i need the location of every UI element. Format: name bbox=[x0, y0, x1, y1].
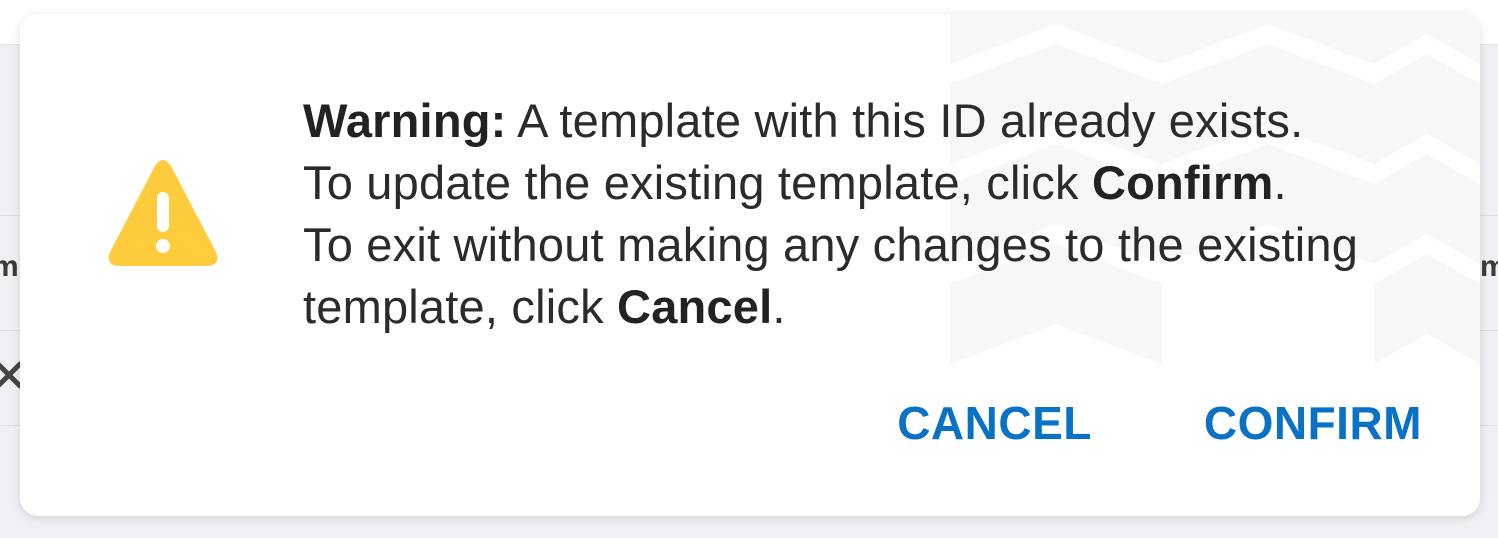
message-line-2: To update the existing template, click bbox=[303, 156, 1079, 209]
background-edge-text-left: m bbox=[0, 250, 19, 283]
dialog-message: Warning: A template with this ID already… bbox=[303, 90, 1423, 338]
warning-dialog: Warning: A template with this ID already… bbox=[20, 14, 1480, 516]
message-line-3-suffix: . bbox=[772, 280, 786, 333]
message-line-1: A template with this ID already exists. bbox=[517, 94, 1304, 147]
confirm-emphasis: Confirm bbox=[1091, 156, 1274, 209]
background-edge-text-right: m bbox=[1480, 250, 1498, 283]
dialog-actions: CANCEL CONFIRM bbox=[897, 396, 1422, 450]
cancel-button[interactable]: CANCEL bbox=[897, 396, 1092, 450]
message-line-3: To exit without making any changes to th… bbox=[303, 218, 1359, 333]
warning-label: Warning: bbox=[303, 94, 507, 147]
cancel-emphasis: Cancel bbox=[617, 280, 773, 333]
message-line-2-suffix: . bbox=[1273, 156, 1287, 209]
warning-triangle-icon bbox=[108, 160, 218, 266]
confirm-button[interactable]: CONFIRM bbox=[1204, 396, 1422, 450]
